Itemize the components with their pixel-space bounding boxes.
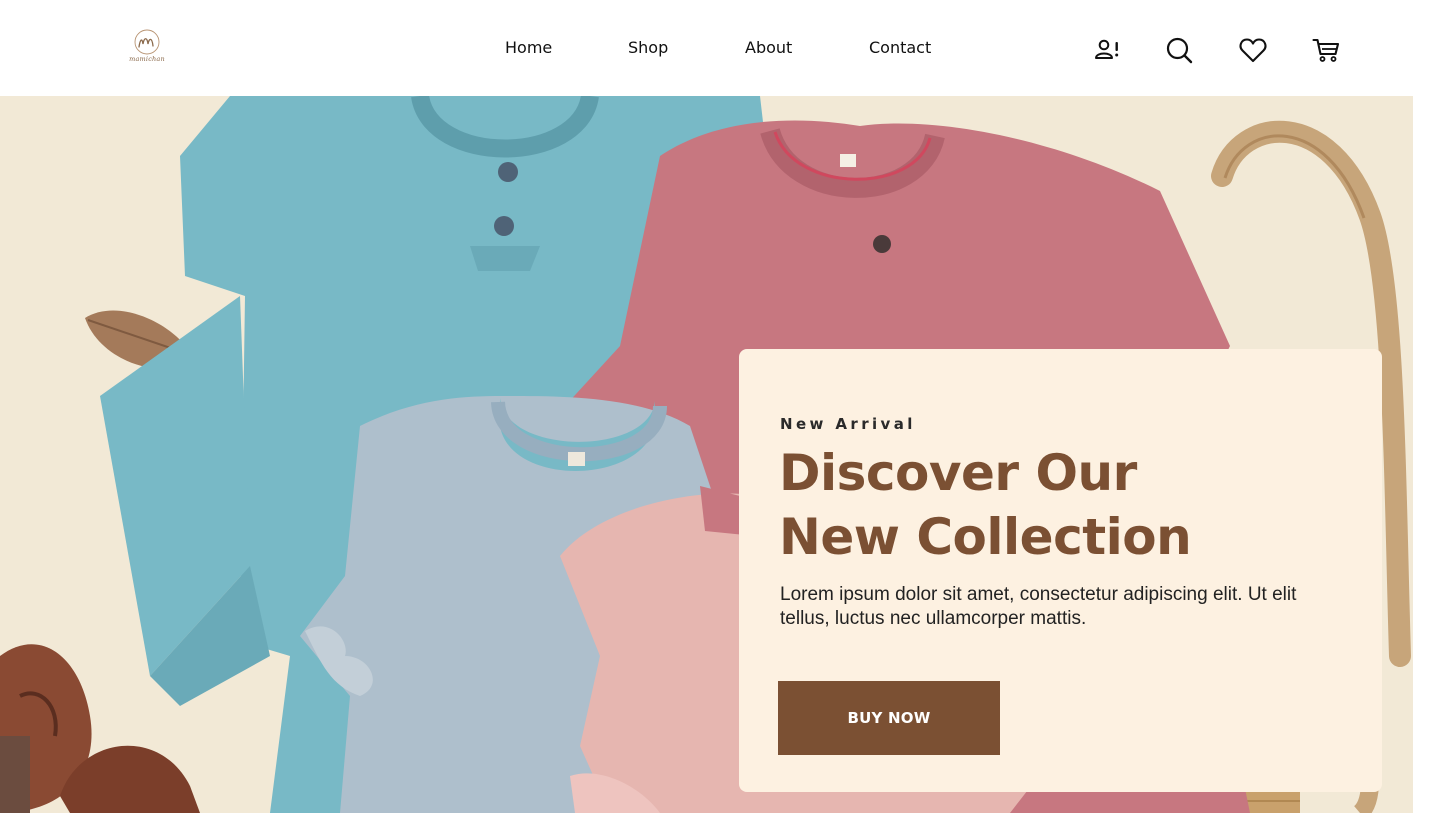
hero-promo-card: New Arrival Discover Our New Collection …	[739, 349, 1382, 792]
hero-banner: New Arrival Discover Our New Collection …	[0, 96, 1413, 813]
nav-item-home[interactable]: Home	[505, 38, 552, 57]
nav-item-shop[interactable]: Shop	[628, 38, 668, 57]
brand-logo-text: mamichan	[129, 55, 165, 63]
hero-headline-line-2: New Collection	[779, 508, 1192, 566]
hero-eyebrow: New Arrival	[780, 415, 916, 433]
monogram-logo-icon	[134, 29, 160, 55]
hero-headline-line-1: Discover Our	[779, 444, 1137, 502]
hero-headline: Discover Our New Collection	[779, 441, 1339, 569]
search-icon[interactable]	[1163, 34, 1195, 66]
nav-item-about[interactable]: About	[745, 38, 792, 57]
user-account-icon[interactable]	[1091, 34, 1123, 66]
cart-icon[interactable]	[1310, 34, 1342, 66]
buy-now-button[interactable]: BUY NOW	[778, 681, 1000, 755]
hero-description: Lorem ipsum dolor sit amet, consectetur …	[780, 584, 1297, 629]
heart-icon[interactable]	[1237, 34, 1269, 66]
site-header: mamichan Home Shop About Contact	[0, 0, 1440, 96]
nav-item-contact[interactable]: Contact	[869, 38, 931, 57]
brand-logo[interactable]: mamichan	[124, 28, 170, 66]
